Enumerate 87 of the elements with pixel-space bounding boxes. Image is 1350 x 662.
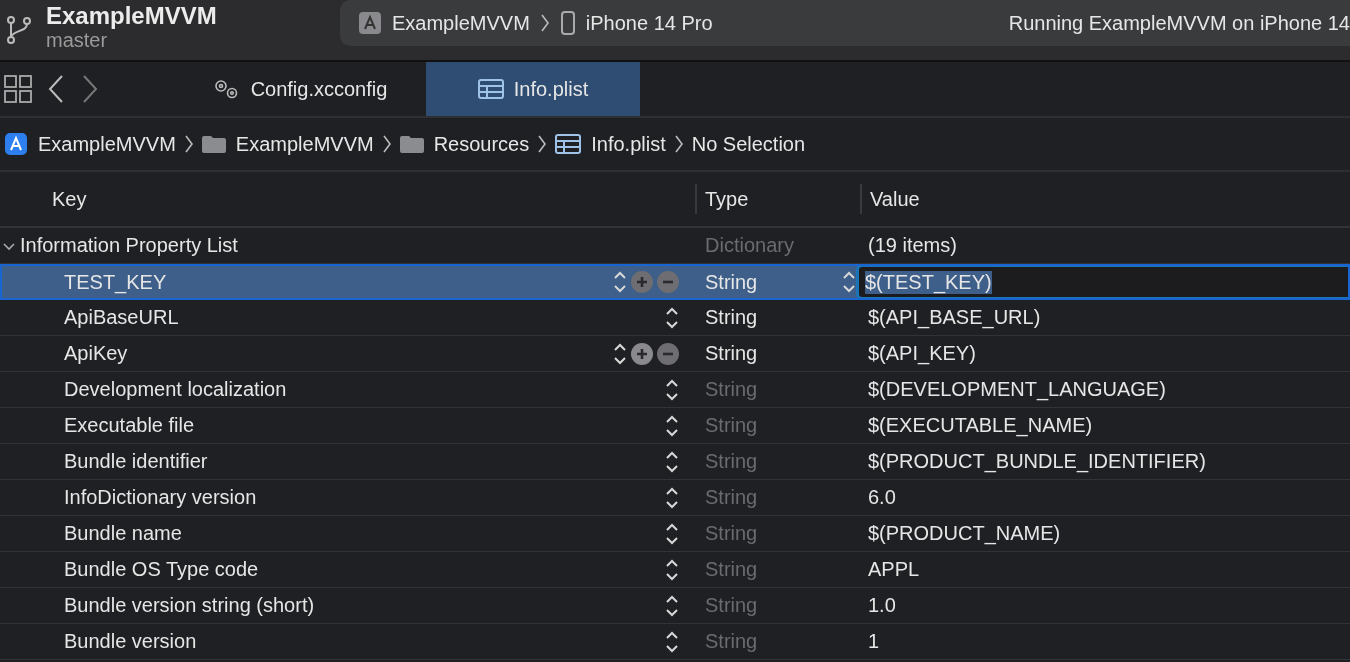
key-text: Development localization [64, 378, 288, 401]
column-header[interactable]: Value [860, 184, 1350, 214]
type-text: Dictionary [705, 234, 794, 257]
stepper-icon[interactable] [665, 377, 679, 402]
stepper-icon[interactable] [665, 521, 679, 546]
folder-icon [399, 135, 424, 153]
key-text: Bundle version [64, 630, 198, 653]
breadcrumb-item[interactable]: No Selection [691, 132, 806, 156]
stepper-icon[interactable] [665, 449, 679, 474]
device-name[interactable]: iPhone 14 Pro [585, 11, 713, 35]
key-text: ApiBaseURL [64, 306, 180, 329]
type-text: String [705, 414, 758, 437]
plist-row[interactable]: Bundle OS Type code String APPL [0, 552, 1350, 588]
plist-row[interactable]: TEST_KEY String $(TEST_KEY) [0, 264, 1350, 300]
column-header[interactable]: Key [0, 184, 695, 214]
back-icon[interactable] [46, 74, 66, 104]
plist-row[interactable]: ApiKey String $(API_KEY) [0, 336, 1350, 372]
value-text: $(API_BASE_URL) [867, 306, 1042, 329]
stepper-icon[interactable] [665, 593, 679, 618]
value-text: 1.0 [867, 594, 897, 617]
type-text: String [705, 270, 758, 294]
project-name: ExampleMVVM [46, 2, 218, 29]
plist-row[interactable]: Bundle identifier String $(PRODUCT_BUNDLE_IDENTIFIER) [0, 444, 1350, 480]
type-text: String [705, 450, 758, 473]
remove-icon[interactable] [657, 342, 679, 365]
add-icon[interactable] [631, 342, 653, 365]
value-text: $(API_KEY) [867, 342, 977, 365]
type-text: String [705, 630, 758, 653]
key-text: Bundle name [64, 522, 183, 545]
value-text: 1 [867, 630, 881, 653]
table-icon [555, 134, 582, 154]
value-text: $(PRODUCT_NAME) [867, 522, 1062, 545]
type-text: String [705, 486, 758, 509]
value-text: $(EXECUTABLE_NAME) [867, 414, 1094, 437]
key-text: TEST_KEY [64, 270, 168, 294]
folder-icon [201, 135, 226, 153]
stepper-icon[interactable] [665, 557, 679, 582]
table-icon [477, 79, 504, 99]
breadcrumb-item[interactable]: Resources [399, 132, 530, 156]
value-text: APPL [867, 558, 921, 581]
type-text: String [705, 306, 758, 329]
plist-row[interactable]: Bundle version String 1 [0, 624, 1350, 660]
key-text: Bundle OS Type code [64, 558, 260, 581]
add-icon[interactable] [631, 271, 653, 293]
key-text: InfoDictionary version [64, 486, 258, 509]
key-text: Executable file [64, 414, 196, 437]
key-text: ApiKey [64, 342, 129, 365]
branch-icon [6, 15, 32, 45]
branch-name: master [46, 28, 108, 52]
value-text: (19 items) [867, 234, 958, 257]
stepper-icon[interactable] [613, 341, 627, 366]
key-text: Bundle version string (short) [64, 594, 316, 617]
type-text: String [705, 342, 758, 365]
app-icon [4, 132, 28, 156]
plist-row[interactable]: Bundle version string (short) String 1.0 [0, 588, 1350, 624]
plist-row[interactable]: Executable file String $(EXECUTABLE_NAME) [0, 408, 1350, 444]
type-text: String [705, 594, 758, 617]
stepper-icon[interactable] [665, 629, 679, 654]
value-text: 6.0 [867, 486, 897, 509]
column-header[interactable]: Type [695, 184, 860, 214]
plist-row[interactable]: ApiBaseURL String $(API_BASE_URL) [0, 300, 1350, 336]
phone-icon [559, 11, 576, 35]
value-text: $(DEVELOPMENT_LANGUAGE) [867, 378, 1167, 401]
scheme-name[interactable]: ExampleMVVM [392, 11, 530, 35]
value-text: $(PRODUCT_BUNDLE_IDENTIFIER) [867, 450, 1207, 473]
breadcrumb-item[interactable]: ExampleMVVM [4, 132, 176, 156]
key-text: Information Property List [20, 234, 239, 257]
grid-icon[interactable] [4, 75, 32, 103]
plist-row[interactable]: InfoDictionary version String 6.0 [0, 480, 1350, 516]
type-text: String [705, 378, 758, 401]
app-icon [358, 11, 382, 35]
plist-row[interactable]: Development localization String $(DEVELOPMENT_LANGUAGE) [0, 372, 1350, 408]
type-text: String [705, 522, 758, 545]
key-text: Bundle identifier [64, 450, 209, 473]
breadcrumb-item[interactable]: Info.plist [555, 132, 666, 156]
type-text: String [705, 558, 758, 581]
stepper-icon[interactable] [665, 305, 679, 330]
stepper-icon[interactable] [665, 485, 679, 510]
plist-row[interactable]: Bundle name String $(PRODUCT_NAME) [0, 516, 1350, 552]
editor-tab[interactable]: Info.plist [426, 62, 640, 116]
breadcrumb-item[interactable]: ExampleMVVM [201, 132, 374, 156]
run-status: Running ExampleMVVM on iPhone 14 [1008, 11, 1350, 35]
forward-icon[interactable] [80, 74, 100, 104]
value-field[interactable]: $(TEST_KEY) [856, 264, 1350, 300]
stepper-icon[interactable] [665, 413, 679, 438]
remove-icon[interactable] [657, 271, 679, 293]
editor-tab[interactable]: Config.xcconfig [172, 62, 426, 116]
